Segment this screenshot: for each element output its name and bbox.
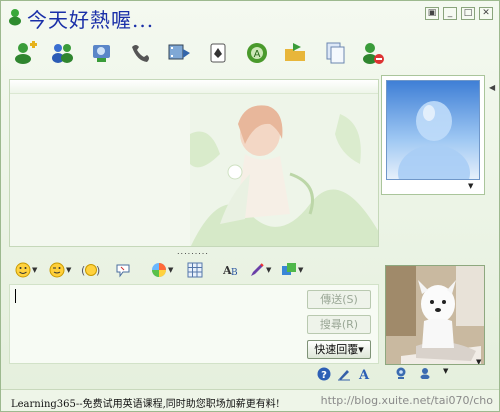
nudge-icon[interactable]	[115, 260, 131, 280]
history-header-strip	[10, 80, 378, 94]
close-button[interactable]: ✕	[479, 7, 493, 20]
input-footer-icons: ? A	[317, 367, 371, 381]
my-display-picture[interactable]: ▼	[385, 265, 485, 365]
svg-text:?: ?	[321, 370, 327, 381]
svg-text:B: B	[231, 268, 238, 278]
svg-text:(: (	[81, 264, 85, 277]
background-icon[interactable]: ▼	[151, 260, 173, 280]
watermark-url: http://blog.xuite.net/tai070/cho	[320, 394, 493, 407]
title-bar: 今天好熱喔... ▣ _ □ ✕	[1, 1, 499, 33]
restore-button[interactable]: ▣	[425, 7, 439, 20]
my-picture-options-caret[interactable]: ▼	[443, 367, 448, 379]
contact-display-picture-panel: ▼	[381, 75, 485, 195]
share-folder-icon[interactable]	[321, 39, 349, 67]
pen-icon[interactable]: ▼	[249, 260, 271, 280]
send-file-icon[interactable]	[281, 39, 309, 67]
games-icon[interactable]	[205, 39, 233, 67]
svg-text:A: A	[254, 49, 261, 60]
my-picture-menu-caret[interactable]: ▼	[476, 358, 481, 364]
contact-card-icon[interactable]	[419, 367, 431, 379]
video-call-icon[interactable]	[89, 39, 117, 67]
main-toolbar: A	[1, 37, 499, 69]
svg-text:): )	[96, 264, 100, 277]
contact-avatar[interactable]	[386, 80, 480, 180]
activities-icon[interactable]: A	[243, 39, 271, 67]
format-toolbar: ▼ ▼ () ▼ AB ▼ ▼	[9, 257, 379, 283]
svg-text:A: A	[358, 368, 370, 381]
color-icon[interactable]: ▼	[281, 260, 303, 280]
minimize-button[interactable]: _	[443, 7, 457, 20]
pane-splitter[interactable]: .........	[177, 248, 208, 256]
media-play-icon[interactable]	[165, 39, 193, 67]
grid-icon[interactable]	[187, 260, 203, 280]
invite-contact-icon[interactable]	[11, 39, 39, 67]
voice-clip-icon[interactable]: ()	[81, 260, 101, 280]
phone-call-icon[interactable]	[127, 39, 155, 67]
messenger-buddy-icon	[9, 9, 21, 26]
collapse-sidebar-arrow[interactable]: ◀	[489, 83, 495, 92]
window-controls: ▣ _ □ ✕	[425, 7, 493, 20]
emoticon-icon[interactable]: ▼	[15, 260, 37, 280]
send-button[interactable]: 傳送(S)	[307, 290, 371, 309]
handwriting-icon[interactable]	[337, 367, 351, 381]
my-picture-controls: ▼	[395, 367, 448, 379]
search-button[interactable]: 搜尋(R)	[307, 315, 371, 334]
background-artwork	[190, 94, 378, 246]
conversation-history[interactable]	[9, 79, 379, 247]
chat-window: 今天好熱喔... ▣ _ □ ✕ A ......... ▼ ▼ () ▼ A…	[0, 0, 500, 412]
text-icon[interactable]: A	[357, 367, 371, 381]
maximize-button[interactable]: □	[461, 7, 475, 20]
group-chat-icon[interactable]	[49, 39, 77, 67]
font-icon[interactable]: AB	[223, 260, 241, 280]
window-title: 今天好熱喔...	[27, 8, 155, 32]
webcam-icon[interactable]	[395, 367, 407, 379]
block-contact-icon[interactable]	[359, 39, 387, 67]
wink-icon[interactable]: ▼	[49, 260, 71, 280]
advertisement-link[interactable]: Learning365--免费试用英语课程,同时助您职场加薪更有料!	[11, 395, 280, 410]
quick-reply-button[interactable]: 快速回覆▾	[307, 340, 371, 359]
text-cursor	[15, 289, 16, 303]
status-bar: Learning365--免费试用英语课程,同时助您职场加薪更有料! http:…	[1, 389, 499, 411]
avatar-menu-caret[interactable]: ▼	[468, 182, 473, 190]
help-icon[interactable]: ?	[317, 367, 331, 381]
